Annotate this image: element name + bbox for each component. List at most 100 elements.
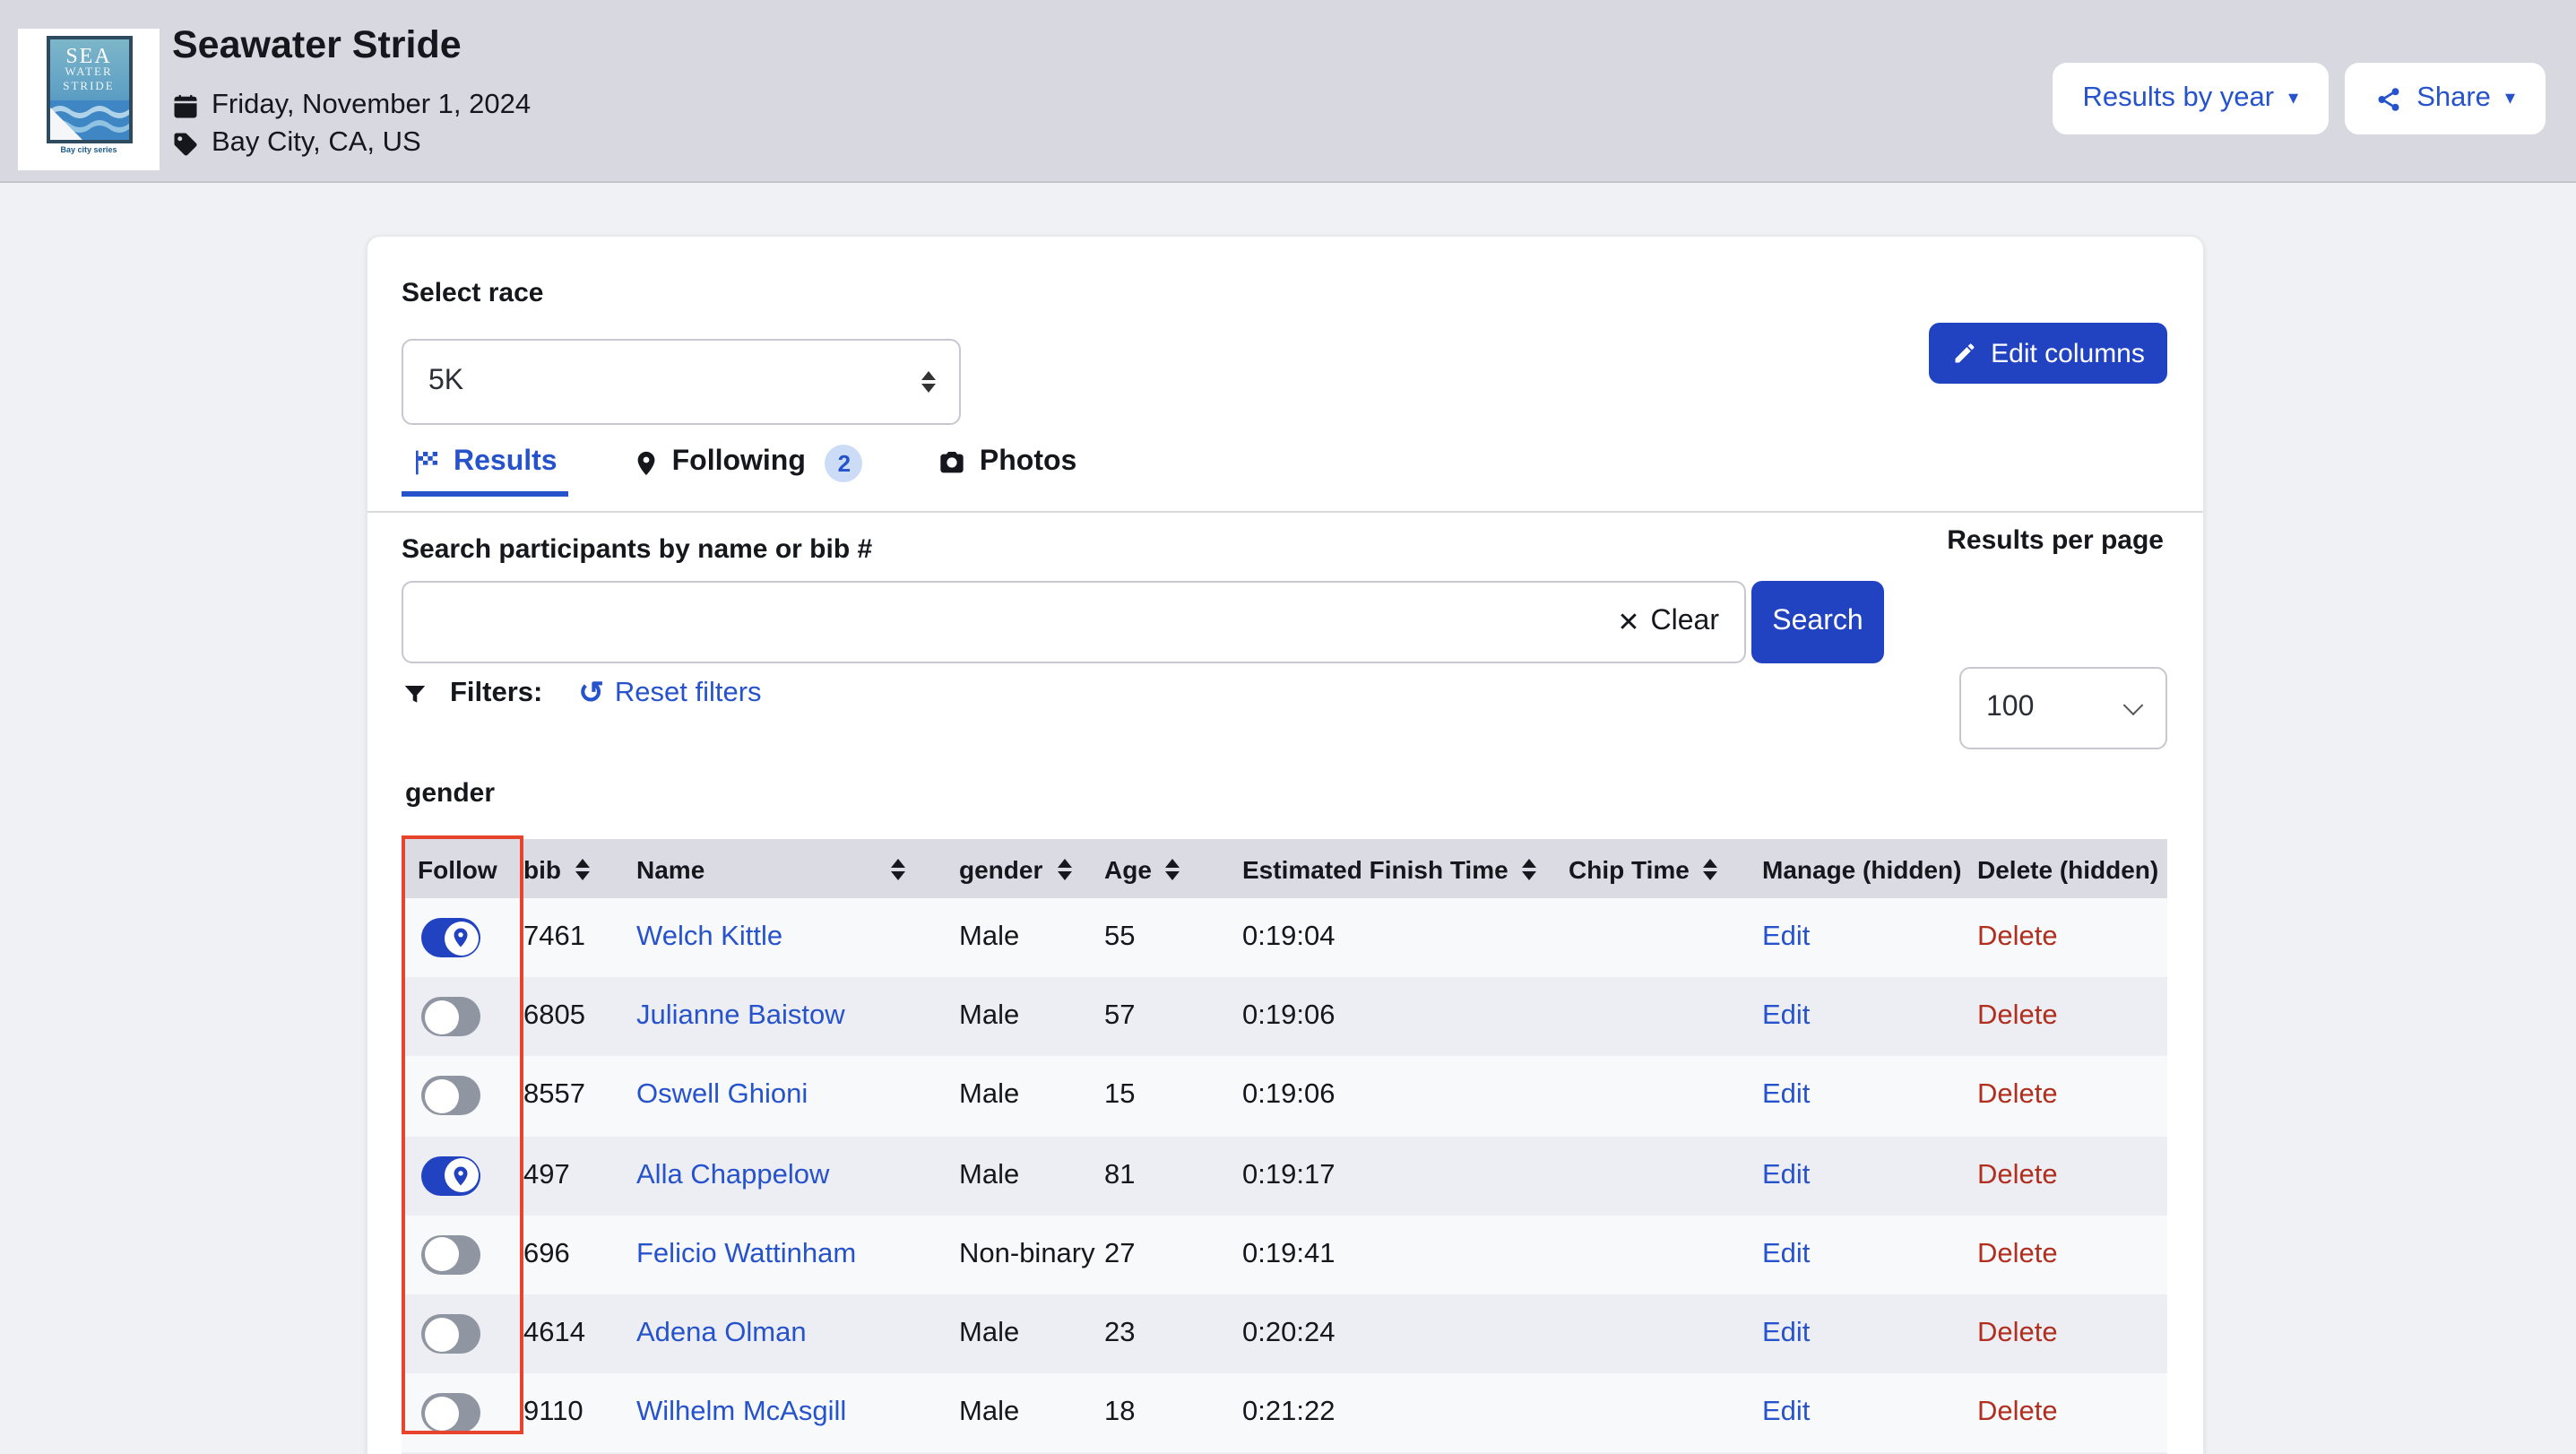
table-row: 497 Alla Chappelow Male 81 0:19:17 Edit … — [402, 1136, 2167, 1215]
checkered-flag-icon — [412, 448, 441, 477]
edit-link[interactable]: Edit — [1762, 1159, 1810, 1190]
delete-cell: Delete — [1977, 1239, 2167, 1271]
logo-caption: Bay city series — [60, 145, 117, 154]
column-header-gender[interactable]: gender — [959, 854, 1104, 883]
column-header-bib[interactable]: bib — [523, 854, 636, 883]
share-button[interactable]: Share ▾ — [2345, 63, 2546, 134]
delete-link[interactable]: Delete — [1977, 1239, 2058, 1269]
table-header-row: Follow bib Name gender Age Estimated Fin… — [402, 839, 2167, 898]
gender-cell: Male — [959, 922, 1104, 954]
edit-link[interactable]: Edit — [1762, 1397, 1810, 1427]
delete-cell: Delete — [1977, 1159, 2167, 1191]
race-select-value: 5K — [428, 366, 463, 398]
reset-filters-label: Reset filters — [615, 678, 762, 710]
estimated-finish-cell: 0:19:41 — [1242, 1239, 1569, 1271]
table-row: 6805 Julianne Baistow Male 57 0:19:06 Ed… — [402, 977, 2167, 1056]
event-date-row: Friday, November 1, 2024 — [172, 90, 531, 122]
page: SEA WATER STRIDE Bay city series Seawate… — [0, 0, 2576, 1454]
follow-toggle[interactable] — [421, 1077, 480, 1116]
delete-link[interactable]: Delete — [1977, 922, 2058, 952]
edit-columns-button[interactable]: Edit columns — [1929, 323, 2167, 384]
age-cell: 55 — [1104, 922, 1242, 954]
bib-cell: 9110 — [523, 1397, 636, 1429]
search-button-label: Search — [1772, 606, 1863, 638]
edit-link[interactable]: Edit — [1762, 1318, 1810, 1348]
tag-icon — [172, 130, 199, 157]
delete-link[interactable]: Delete — [1977, 1001, 2058, 1032]
name-cell: Julianne Baistow — [636, 1001, 959, 1034]
map-pin-icon — [450, 1164, 471, 1186]
estimated-finish-cell: 0:19:17 — [1242, 1159, 1569, 1191]
map-pin-icon — [450, 927, 471, 948]
tab-photos[interactable]: Photos — [928, 423, 1087, 502]
sort-icon — [891, 858, 905, 879]
manage-cell: Edit — [1762, 1080, 1977, 1112]
participant-link[interactable]: Julianne Baistow — [636, 1001, 845, 1032]
clear-button[interactable]: ✕ Clear — [1617, 583, 1719, 662]
delete-link[interactable]: Delete — [1977, 1397, 2058, 1427]
manage-cell: Edit — [1762, 1318, 1977, 1350]
page-title: Seawater Stride — [172, 23, 462, 68]
gender-cell: Male — [959, 1159, 1104, 1191]
gender-cell: Male — [959, 1318, 1104, 1350]
tab-following[interactable]: Following 2 — [622, 423, 874, 502]
search-input[interactable]: ✕ Clear — [402, 581, 1746, 663]
follow-toggle[interactable] — [421, 1155, 480, 1195]
delete-link[interactable]: Delete — [1977, 1318, 2058, 1348]
participant-link[interactable]: Alla Chappelow — [636, 1159, 829, 1190]
logo-text: STRIDE — [63, 81, 115, 95]
funnel-icon — [402, 680, 428, 707]
search-button[interactable]: Search — [1751, 581, 1884, 663]
camera-icon — [938, 448, 967, 477]
edit-link[interactable]: Edit — [1762, 1239, 1810, 1269]
delete-link[interactable]: Delete — [1977, 1159, 2058, 1190]
column-header-follow: Follow — [402, 854, 523, 883]
edit-link[interactable]: Edit — [1762, 922, 1810, 952]
column-header-estimated-finish[interactable]: Estimated Finish Time — [1242, 854, 1569, 883]
delete-cell: Delete — [1977, 922, 2167, 954]
reset-filters-link[interactable]: ↺ Reset filters — [578, 678, 761, 710]
delete-cell: Delete — [1977, 1397, 2167, 1429]
participant-link[interactable]: Oswell Ghioni — [636, 1080, 808, 1111]
clear-label: Clear — [1651, 606, 1719, 638]
participant-link[interactable]: Felicio Wattinham — [636, 1239, 856, 1269]
follow-toggle[interactable] — [421, 998, 480, 1037]
follow-toggle[interactable] — [421, 1314, 480, 1354]
participant-link[interactable]: Welch Kittle — [636, 922, 782, 952]
event-date: Friday, November 1, 2024 — [212, 90, 531, 122]
follow-cell — [402, 918, 523, 957]
bib-cell: 497 — [523, 1159, 636, 1191]
results-by-year-button[interactable]: Results by year ▾ — [2052, 63, 2329, 134]
tab-following-label: Following — [672, 446, 806, 479]
following-count-badge: 2 — [826, 444, 863, 481]
name-cell: Adena Olman — [636, 1318, 959, 1350]
name-cell: Felicio Wattinham — [636, 1239, 959, 1271]
follow-toggle[interactable] — [421, 1235, 480, 1275]
column-header-chip-time[interactable]: Chip Time — [1569, 854, 1762, 883]
race-select[interactable]: 5K — [402, 339, 961, 425]
follow-cell — [402, 1314, 523, 1354]
tabs-divider — [367, 511, 2203, 513]
follow-cell — [402, 1235, 523, 1275]
map-pin-icon — [633, 449, 660, 476]
participant-link[interactable]: Adena Olman — [636, 1318, 807, 1348]
delete-cell: Delete — [1977, 1318, 2167, 1350]
tab-results[interactable]: Results — [402, 423, 568, 502]
results-card: Select race 5K Edit columns Results — [366, 235, 2205, 1454]
follow-cell — [402, 998, 523, 1037]
delete-link[interactable]: Delete — [1977, 1080, 2058, 1111]
sort-icon — [1166, 858, 1180, 879]
edit-link[interactable]: Edit — [1762, 1080, 1810, 1111]
follow-toggle[interactable] — [421, 1393, 480, 1432]
table-row: 4614 Adena Olman Male 23 0:20:24 Edit De… — [402, 1294, 2167, 1373]
share-icon — [2375, 85, 2402, 112]
per-page-select[interactable]: 100 — [1959, 667, 2167, 749]
follow-toggle[interactable] — [421, 918, 480, 957]
participant-link[interactable]: Wilhelm McAsgill — [636, 1397, 846, 1427]
column-header-age[interactable]: Age — [1104, 854, 1242, 883]
select-arrows-icon — [921, 371, 936, 393]
results-table: Follow bib Name gender Age Estimated Fin… — [402, 839, 2167, 1454]
follow-cell — [402, 1077, 523, 1116]
column-header-name[interactable]: Name — [636, 854, 959, 883]
edit-link[interactable]: Edit — [1762, 1001, 1810, 1032]
